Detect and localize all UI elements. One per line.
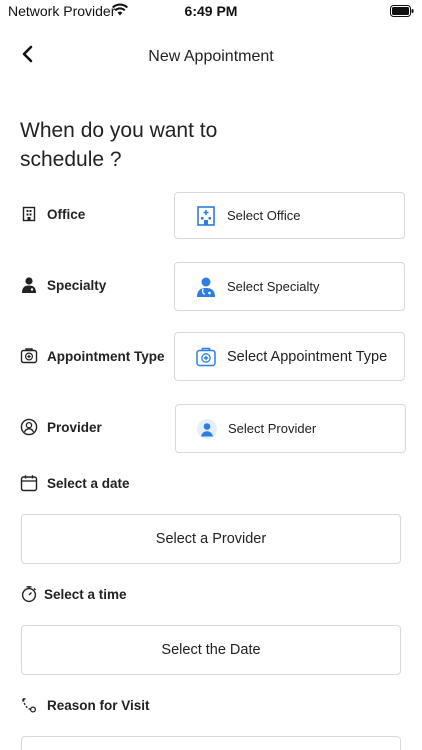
- doctor-icon: [22, 277, 36, 293]
- appointment-type-select[interactable]: Select Appointment Type: [174, 332, 405, 381]
- select-time-button[interactable]: Select the Date: [21, 625, 401, 675]
- select-time-label: Select a time: [20, 585, 127, 603]
- calendar-icon: [20, 475, 38, 492]
- route-icon: [22, 698, 37, 713]
- status-time: 6:49 PM: [184, 3, 238, 19]
- specialty-select[interactable]: Select Specialty: [174, 262, 405, 311]
- user-avatar-icon: [197, 418, 217, 439]
- provider-select[interactable]: Select Provider: [175, 404, 406, 453]
- specialty-label: Specialty: [20, 276, 106, 294]
- building-icon: [197, 205, 215, 226]
- select-time-button-text: Select the Date: [161, 642, 261, 658]
- building-icon: [22, 206, 36, 222]
- appointment-type-label: Appointment Type: [20, 347, 165, 365]
- appointment-type-select-text: Select Appointment Type: [227, 348, 388, 365]
- page-title: New Appointment: [148, 48, 274, 65]
- office-select-text: Select Office: [227, 208, 301, 223]
- user-circle-icon: [20, 418, 38, 436]
- specialty-select-text: Select Specialty: [227, 279, 320, 294]
- provider-label-text: Provider: [47, 419, 102, 435]
- schedule-heading: When do you want to schedule ?: [20, 119, 218, 171]
- reason-for-visit-label-text: Reason for Visit: [47, 697, 150, 713]
- select-date-label: Select a date: [20, 474, 130, 492]
- specialty-label-text: Specialty: [47, 277, 107, 293]
- select-date-label-text: Select a date: [47, 475, 130, 491]
- office-select[interactable]: Select Office: [174, 192, 405, 239]
- appointment-type-label-text: Appointment Type: [47, 348, 165, 364]
- office-label-text: Office: [47, 206, 86, 222]
- select-date-button-text: Select a Provider: [155, 531, 267, 547]
- battery-icon: [390, 4, 414, 22]
- doctor-icon: [197, 277, 215, 297]
- provider-label: Provider: [20, 418, 102, 436]
- reason-for-visit-label: Reason for Visit: [20, 696, 150, 714]
- stopwatch-icon: [21, 586, 37, 603]
- select-date-button[interactable]: Select a Provider: [21, 514, 401, 564]
- office-label: Office: [20, 205, 85, 223]
- select-time-label-text: Select a time: [44, 586, 127, 602]
- medical-bag-icon: [196, 347, 216, 366]
- provider-select-text: Select Provider: [228, 421, 317, 436]
- reason-for-visit-field[interactable]: [21, 736, 401, 750]
- medical-bag-icon: [20, 348, 38, 364]
- status-bar: Network Provider 6:49 PM: [0, 0, 422, 22]
